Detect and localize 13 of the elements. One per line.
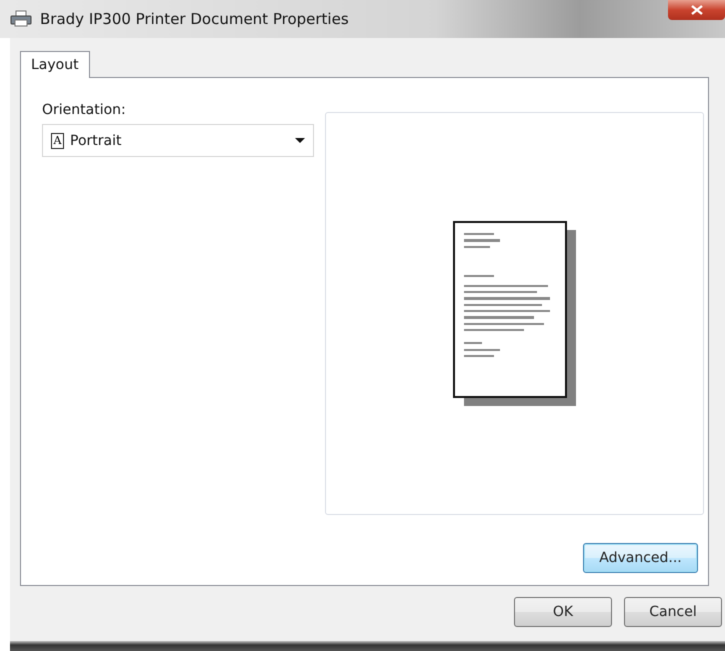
layout-tab[interactable]: Layout [20,51,90,78]
dropdown-arrow-icon [295,138,305,143]
printer-icon [10,10,32,28]
advanced-button[interactable]: Advanced... [583,543,698,573]
close-icon [690,5,702,15]
ok-button[interactable]: OK [514,597,612,627]
orientation-label: Orientation: [42,102,126,118]
close-button[interactable] [668,0,725,20]
cancel-button[interactable]: Cancel [624,597,722,627]
page-icon: A [51,132,64,148]
dropdown-value: Portrait [70,132,122,148]
window-title: Brady IP300 Printer Document Properties [40,10,349,28]
orientation-dropdown[interactable]: A Portrait [42,124,314,157]
